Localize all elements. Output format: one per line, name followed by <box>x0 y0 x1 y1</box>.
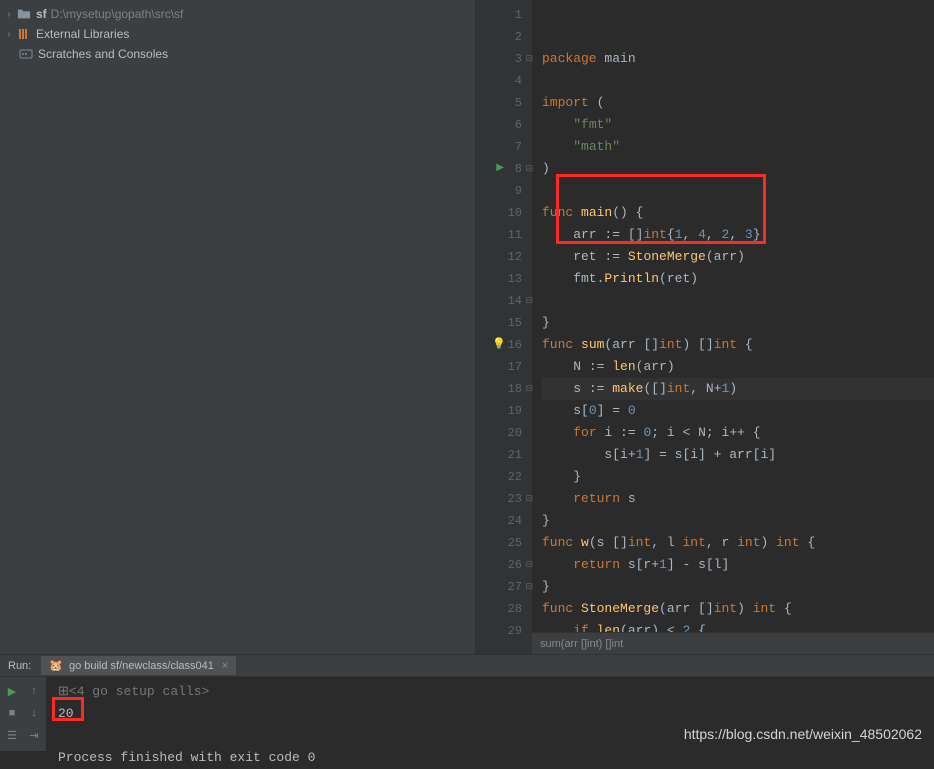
folder-icon <box>16 6 32 22</box>
project-root-node[interactable]: › sf D:\mysetup\gopath\src\sf <box>0 4 475 24</box>
external-libraries-label: External Libraries <box>36 27 129 41</box>
editor-breadcrumb[interactable]: sum(arr []int) []int <box>532 632 934 654</box>
chevron-right-icon: › <box>4 9 14 19</box>
editor-code-area[interactable]: package mainimport ( "fmt" "math")func m… <box>532 0 934 654</box>
expand-icon[interactable]: ⊞ <box>58 684 69 699</box>
run-tool-window: Run: 🐹 go build sf/newclass/class041 × ▶… <box>0 654 934 750</box>
wrap-button[interactable]: ⇥ <box>24 725 44 745</box>
run-header: Run: 🐹 go build sf/newclass/class041 × <box>0 655 934 677</box>
run-config-tab[interactable]: 🐹 go build sf/newclass/class041 × <box>41 656 236 675</box>
console-setup-line: <4 go setup calls> <box>69 684 209 699</box>
run-toolbar: ▶ ↑ ■ ↓ ☰ ⇥ <box>0 677 46 751</box>
up-button[interactable]: ↑ <box>24 681 44 701</box>
close-icon[interactable]: × <box>222 660 228 672</box>
external-libraries-node[interactable]: › External Libraries <box>0 24 475 44</box>
chevron-right-icon: › <box>4 29 14 39</box>
down-button[interactable]: ↓ <box>24 703 44 723</box>
watermark-text: https://blog.csdn.net/weixin_48502062 <box>684 726 922 742</box>
console-exit-line: Process finished with exit code 0 <box>58 750 315 765</box>
scratches-node[interactable]: Scratches and Consoles <box>0 44 475 64</box>
run-tab-label: go build sf/newclass/class041 <box>69 660 214 672</box>
stop-button[interactable]: ■ <box>2 703 22 723</box>
console-output-value: 20 <box>58 706 74 721</box>
layout-button[interactable]: ☰ <box>2 725 22 745</box>
project-tree-panel: › sf D:\mysetup\gopath\src\sf › External… <box>0 0 476 654</box>
project-root-label: sf <box>36 7 47 21</box>
go-icon: 🐹 <box>49 659 63 672</box>
editor-gutter: 123⊟45678⊟91011121314⊟15161718⊟192021222… <box>476 0 532 654</box>
scratches-label: Scratches and Consoles <box>38 47 168 61</box>
code-editor[interactable]: 123⊟45678⊟91011121314⊟15161718⊟192021222… <box>476 0 934 654</box>
run-label: Run: <box>8 660 31 672</box>
project-root-path: D:\mysetup\gopath\src\sf <box>51 7 184 21</box>
rerun-button[interactable]: ▶ <box>2 681 22 701</box>
library-icon <box>16 26 32 42</box>
scratches-icon <box>18 46 34 62</box>
